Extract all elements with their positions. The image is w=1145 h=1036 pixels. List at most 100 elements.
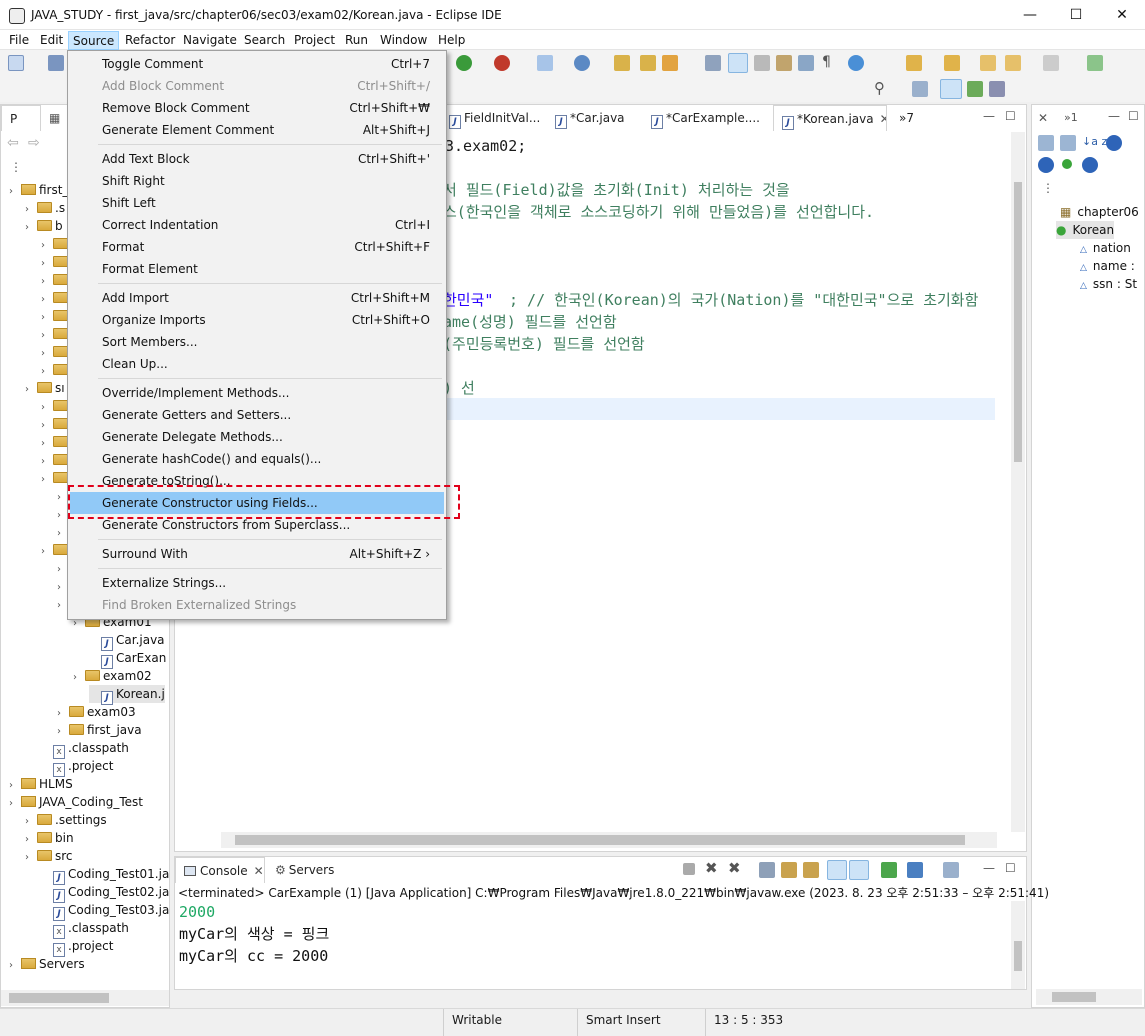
menu-item[interactable]: Generate hashCode() and equals()... — [70, 448, 444, 470]
sort-icon[interactable]: ↓a z — [1082, 135, 1107, 148]
minimize-console-icon[interactable]: — — [983, 861, 995, 875]
close-tab-icon[interactable]: ✕ — [880, 112, 886, 126]
outline-item[interactable]: △ ssn : St — [1080, 275, 1137, 293]
remove-launch-icon[interactable]: ✖ — [705, 859, 718, 877]
open-type-icon[interactable] — [614, 55, 630, 71]
expand-toggle-icon[interactable]: › — [41, 543, 53, 561]
menu-item[interactable]: Organize Imports Ctrl+Shift+O — [70, 309, 444, 331]
expand-toggle-icon[interactable]: › — [25, 381, 37, 399]
show-whitespace-icon[interactable] — [798, 55, 814, 71]
minimize-button[interactable]: — — [1007, 0, 1053, 30]
menu-item[interactable]: Sort Members... — [70, 331, 444, 353]
editor-vscroll-thumb[interactable] — [1014, 182, 1022, 462]
tab-car-java[interactable]: J *Car.java — [547, 105, 639, 131]
search-tool-icon[interactable] — [662, 55, 678, 71]
menu-item[interactable]: Remove Block Comment Ctrl+Shift+₩ — [70, 97, 444, 119]
tab-carexample-java[interactable]: J *CarExample.... — [643, 105, 769, 131]
hide-fields-icon[interactable] — [1106, 135, 1122, 151]
menu-help[interactable]: Help — [434, 31, 469, 50]
new-class-icon[interactable] — [574, 55, 590, 71]
tab-console[interactable]: Console ✕ — [175, 857, 265, 883]
menu-item[interactable]: Format Element — [70, 258, 444, 280]
close-button[interactable]: ✕ — [1099, 0, 1145, 30]
show-on-stdout-icon[interactable] — [827, 860, 847, 880]
tree-item[interactable]: › src — [25, 847, 73, 865]
tree-hscroll-thumb[interactable] — [9, 993, 109, 1003]
last-edit-location-icon[interactable] — [980, 55, 996, 71]
tree-item[interactable]: J Coding_Test02.ja — [41, 883, 169, 903]
external-tools-icon[interactable] — [494, 55, 510, 71]
tab-package-explorer[interactable]: P — [1, 105, 41, 131]
new-java-project-icon[interactable] — [537, 55, 553, 71]
show-on-stderr-icon[interactable] — [849, 860, 869, 880]
forward-nav-icon[interactable]: ⇨ — [28, 135, 40, 151]
menu-item[interactable]: Correct Indentation Ctrl+I — [70, 214, 444, 236]
outline-item[interactable]: △ nation — [1080, 239, 1131, 257]
remove-all-icon[interactable]: ✖ — [728, 859, 741, 877]
menu-run[interactable]: Run — [341, 31, 372, 50]
clear-console-icon[interactable] — [759, 862, 775, 878]
editor-vscrollbar[interactable] — [1011, 132, 1025, 832]
forward-icon[interactable] — [1043, 55, 1059, 71]
menu-item[interactable]: Format Ctrl+Shift+F — [70, 236, 444, 258]
tree-item[interactable]: x .project — [41, 757, 113, 777]
search-icon[interactable]: ⚲ — [874, 79, 885, 97]
outline-close-icon[interactable]: ✕ — [1038, 111, 1048, 125]
globe-icon[interactable] — [848, 55, 864, 71]
scroll-lock-icon[interactable] — [781, 862, 797, 878]
menu-project[interactable]: Project — [290, 31, 339, 50]
menu-item[interactable]: Toggle Comment Ctrl+7 — [70, 53, 444, 75]
outline-more-icon[interactable]: »1 — [1064, 111, 1078, 124]
maximize-button[interactable]: ☐ — [1053, 0, 1099, 30]
tab-fieldinitval[interactable]: J FieldInitVal... — [441, 105, 541, 131]
menu-item[interactable]: Shift Right — [70, 170, 444, 192]
hide-static-icon[interactable] — [1038, 157, 1054, 173]
tree-item[interactable]: J Car.java — [89, 631, 165, 651]
menu-item[interactable]: Clean Up... — [70, 353, 444, 375]
outline-item[interactable]: ▦ chapter06 — [1060, 203, 1139, 221]
block-selection-icon[interactable] — [754, 55, 770, 71]
tree-item[interactable]: › first_java — [57, 721, 142, 739]
back-nav-icon[interactable]: ⇦ — [7, 135, 19, 151]
toggle-mark-occurrences-icon[interactable] — [728, 53, 748, 73]
menu-item[interactable]: Generate Delegate Methods... — [70, 426, 444, 448]
previous-annotation-icon[interactable] — [944, 55, 960, 71]
outline-hscroll-thumb[interactable] — [1052, 992, 1096, 1002]
maximize-console-icon[interactable]: ☐ — [1005, 861, 1016, 875]
pin-console-icon[interactable] — [881, 862, 897, 878]
open-task-icon[interactable] — [640, 55, 656, 71]
outline-focus-icon[interactable] — [1060, 135, 1076, 151]
word-wrap-icon[interactable] — [803, 862, 819, 878]
toggle-breadcrumb-icon[interactable] — [705, 55, 721, 71]
menu-item[interactable]: Add Import Ctrl+Shift+M — [70, 287, 444, 309]
expand-toggle-icon[interactable]: › — [25, 849, 37, 867]
open-console-icon[interactable] — [943, 862, 959, 878]
java-perspective-icon[interactable] — [940, 79, 962, 99]
pilcrow-icon[interactable]: ¶ — [822, 54, 831, 70]
view-menu-icon[interactable]: ⋮ — [10, 160, 22, 174]
tree-item[interactable]: › JAVA_Coding_Test — [9, 793, 143, 811]
tree-item[interactable]: x .classpath — [41, 739, 129, 759]
open-perspective-icon[interactable] — [912, 81, 928, 97]
outline-view-menu-icon[interactable]: ⋮ — [1042, 181, 1054, 195]
tree-item[interactable]: J Coding_Test01.ja — [41, 865, 169, 885]
debug-perspective-icon[interactable] — [967, 81, 983, 97]
display-console-icon[interactable] — [907, 862, 923, 878]
next-annotation-icon[interactable] — [906, 55, 922, 71]
tree-item[interactable]: › .s — [25, 199, 65, 217]
outline-item[interactable]: ● Korean — [1056, 221, 1115, 239]
tree-item[interactable]: J Korean.j — [89, 685, 165, 705]
tree-item[interactable]: › exam03 — [57, 703, 136, 721]
tree-item[interactable]: › HLMS — [9, 775, 73, 793]
toggle-word-wrap-icon[interactable] — [776, 55, 792, 71]
hide-local-types-icon[interactable] — [1082, 157, 1098, 173]
menu-file[interactable]: File — [5, 31, 33, 50]
menu-item[interactable]: Add Text Block Ctrl+Shift+' — [70, 148, 444, 170]
tree-item[interactable]: › first_ — [9, 181, 68, 199]
menu-search[interactable]: Search — [240, 31, 289, 50]
run-icon[interactable] — [456, 55, 472, 71]
tree-item[interactable]: › b — [25, 217, 63, 235]
save-icon[interactable] — [48, 55, 64, 71]
tree-item[interactable]: x .project — [41, 937, 113, 957]
editor-hscrollbar[interactable] — [221, 832, 997, 848]
